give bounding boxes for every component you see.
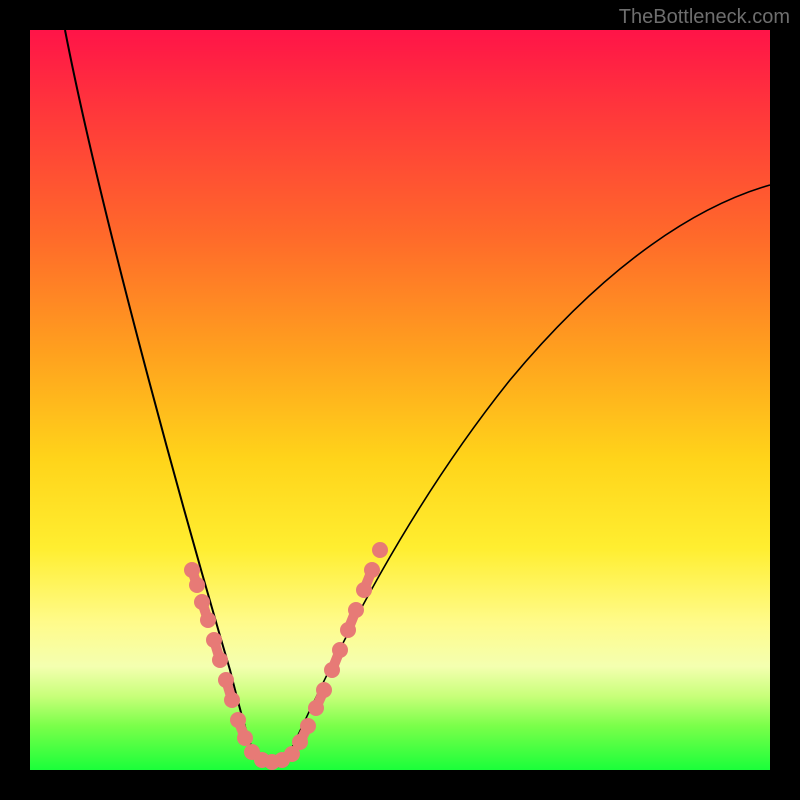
curve-left-branch — [65, 30, 255, 756]
chart-frame: TheBottleneck.com — [0, 0, 800, 800]
bead-string — [184, 542, 388, 770]
curve-right-branch — [288, 185, 770, 756]
plot-area — [30, 30, 770, 770]
watermark-text: TheBottleneck.com — [619, 6, 790, 29]
bottleneck-curve — [30, 30, 770, 770]
